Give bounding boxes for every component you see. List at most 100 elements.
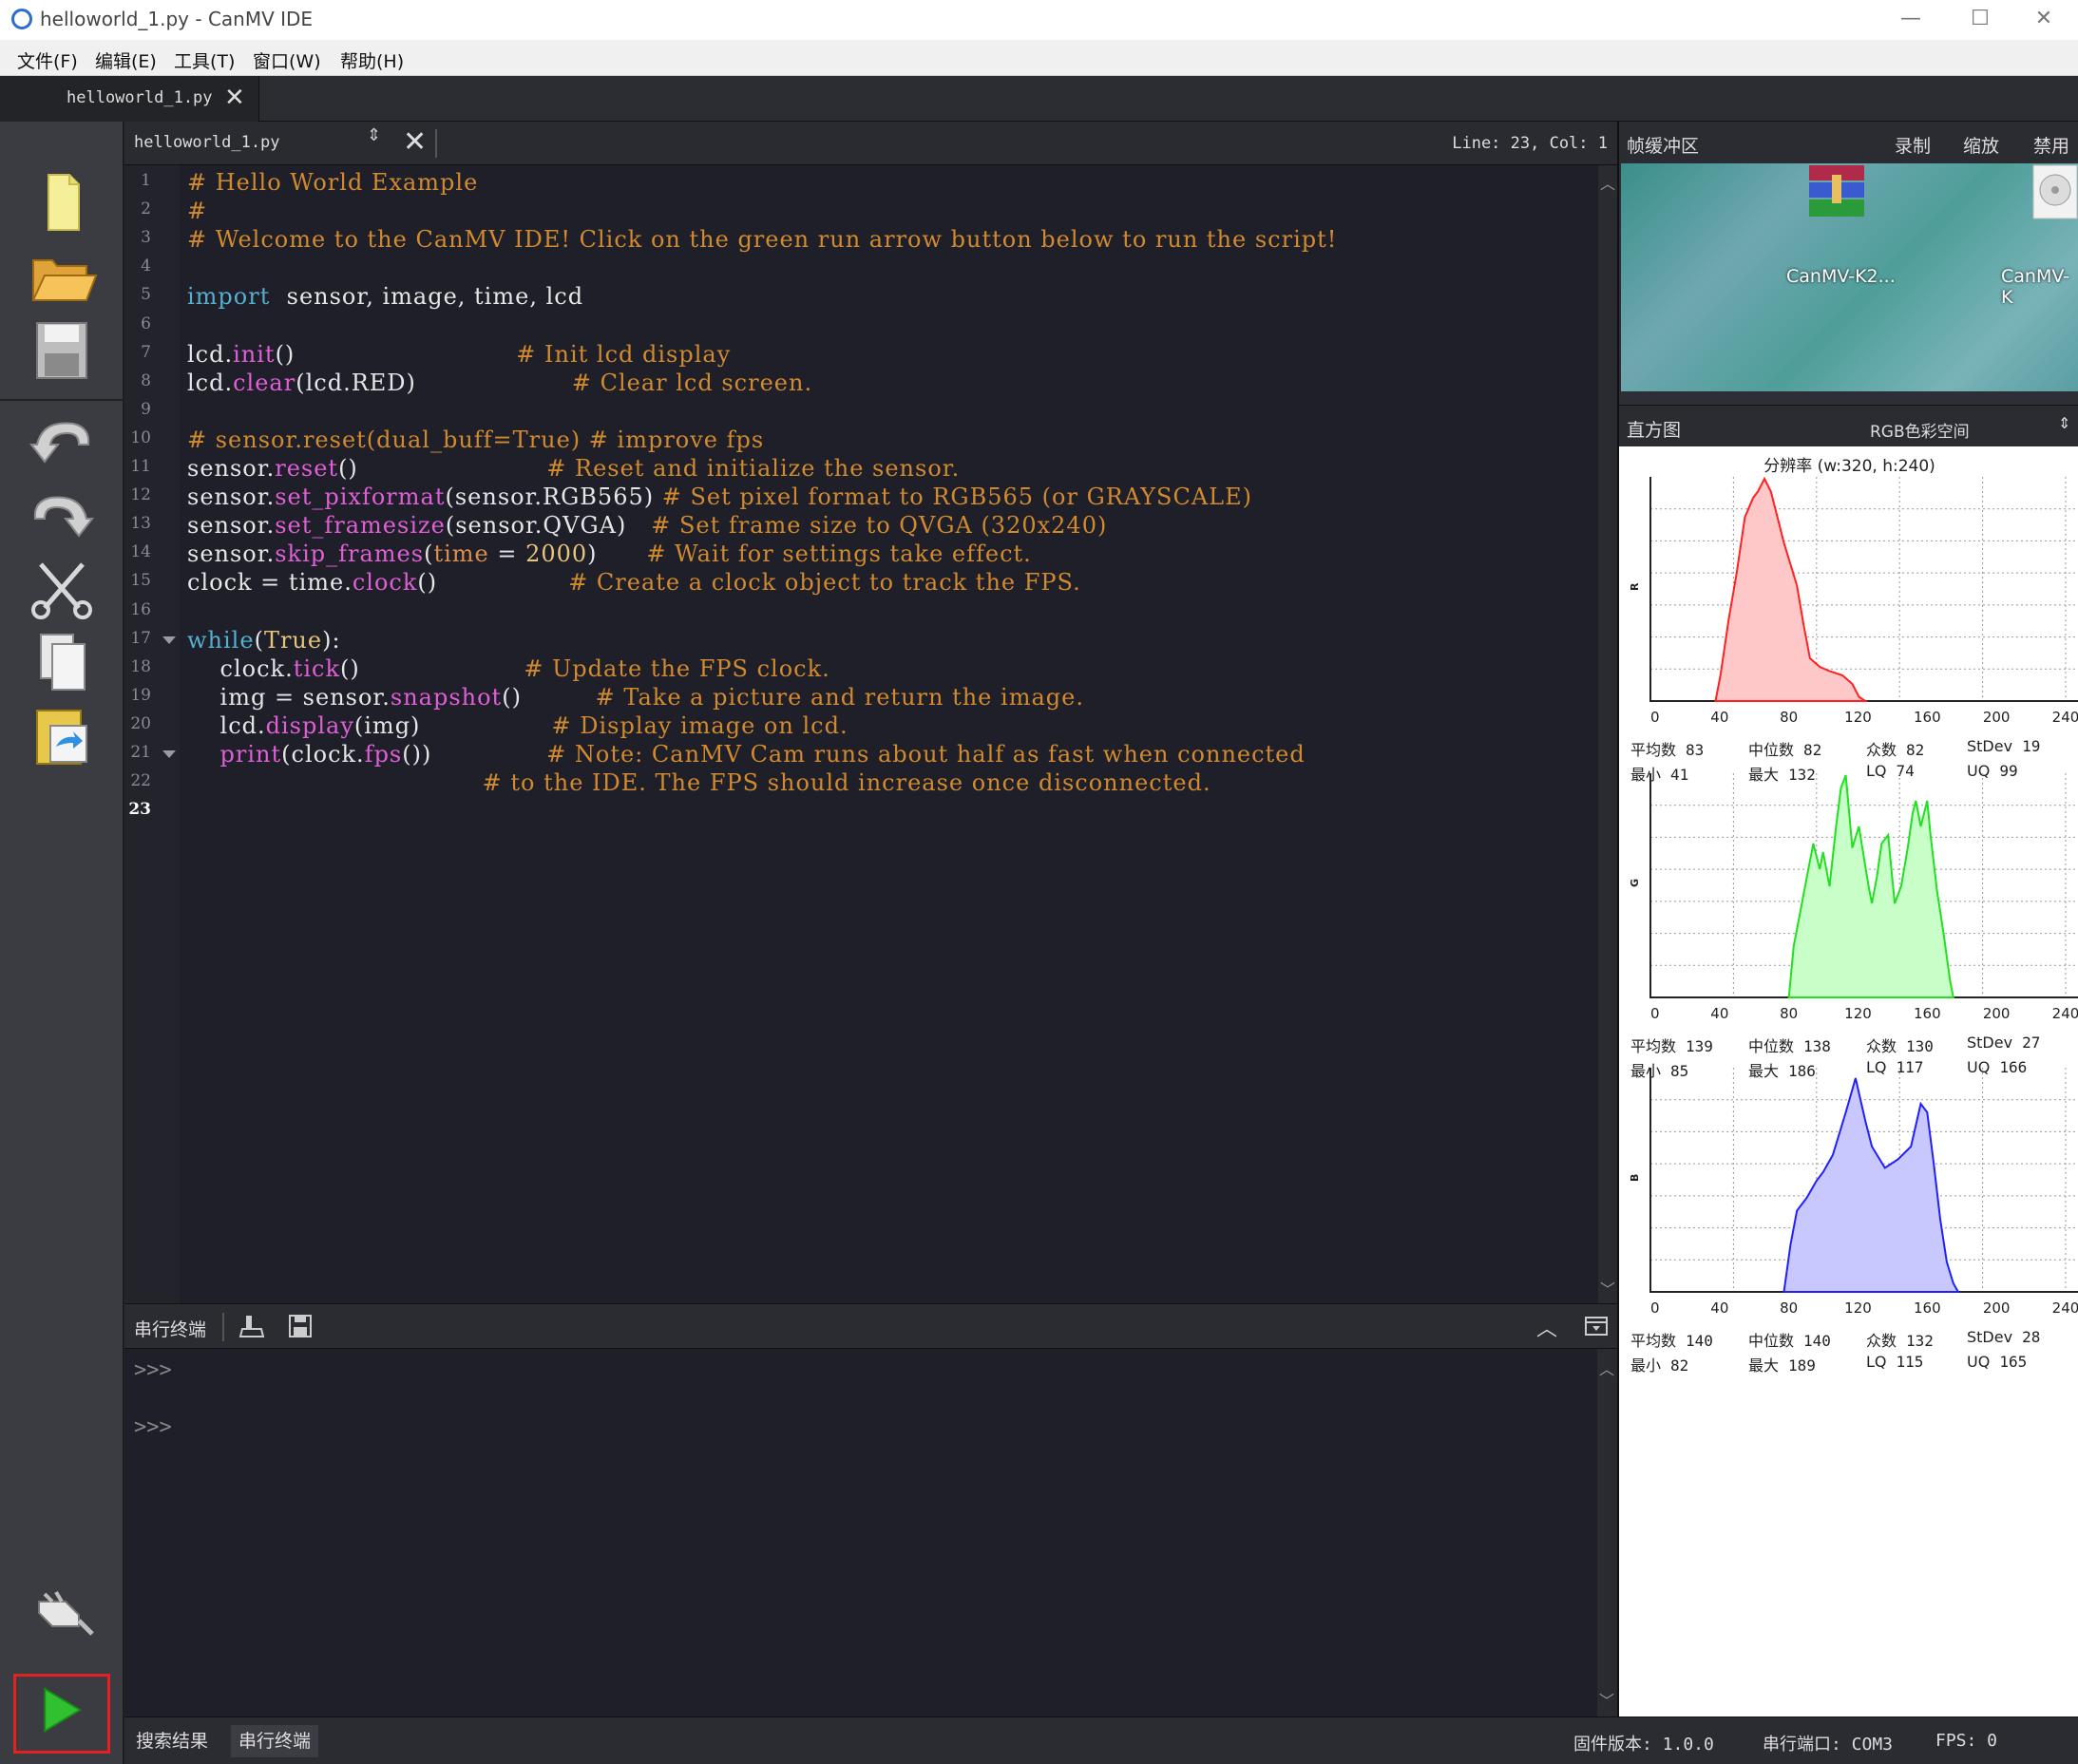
menu-window[interactable]: 窗口(W) [253, 47, 321, 73]
code-line: clock.tick() # Update the FPS clock. [187, 655, 830, 682]
histogram-header: 直方图 RGB色彩空间 ⇕ [1619, 405, 2078, 447]
new-file-icon[interactable] [24, 169, 100, 236]
disable-button[interactable]: 禁用 [2033, 132, 2069, 158]
stat-mean: 平均数 139 [1630, 1034, 1713, 1056]
histogram-area-g [1787, 774, 1955, 998]
stat-label: StDev [1967, 1328, 2013, 1346]
collapse-terminal-icon[interactable]: ︿ [1536, 1312, 1557, 1342]
editor-file-selector[interactable]: helloworld_1.py [134, 133, 280, 152]
copy-icon[interactable] [24, 629, 100, 695]
scroll-up-icon[interactable]: ︿ [1597, 1356, 1616, 1379]
line-number: 10 [130, 427, 151, 447]
code-token: 2000 [525, 541, 588, 568]
x-tick-label: 0 [1650, 1299, 1660, 1317]
x-tick-label: 240 [2052, 1005, 2078, 1022]
x-tick-label: 200 [1983, 1299, 2011, 1317]
framebuffer-view[interactable]: CanMV-K2... CanMV-K [1621, 163, 2078, 391]
stat-value: 82 [1670, 1356, 1689, 1375]
clear-terminal-icon[interactable] [238, 1312, 267, 1340]
save-icon[interactable] [24, 317, 100, 384]
stat-median: 中位数 82 [1748, 737, 1821, 760]
code-token: reset [275, 455, 339, 482]
file-selector-arrows-icon[interactable]: ⇕ [367, 127, 381, 144]
fold-arrow-icon[interactable] [162, 750, 176, 758]
stat-value: 140 [1803, 1332, 1831, 1350]
terminal-scrollbar[interactable]: ︿ ﹀ [1597, 1349, 1617, 1717]
stat-value: 165 [1999, 1353, 2028, 1371]
x-tick-label: 240 [2052, 709, 2078, 726]
line-number: 2 [141, 199, 151, 219]
code-token: (lcd.RED) [295, 369, 572, 396]
line-number: 14 [130, 542, 151, 562]
editor-scrollbar[interactable]: ︿ ﹀ [1598, 165, 1617, 1303]
open-folder-icon[interactable] [24, 243, 100, 310]
title-bar: helloworld_1.py - CanMV IDE — ☐ ✕ [0, 0, 2078, 40]
firmware-version: 固件版本: 1.0.0 [1573, 1735, 1714, 1755]
stat-min: 最小 82 [1630, 1353, 1688, 1375]
run-button[interactable] [13, 1674, 110, 1754]
code-token: () [502, 683, 596, 711]
fold-arrow-icon[interactable] [162, 635, 176, 644]
menu-edit[interactable]: 编辑(E) [95, 47, 157, 73]
scroll-down-icon[interactable]: ﹀ [1597, 1688, 1616, 1711]
file-tab[interactable]: helloworld_1.py ✕ [0, 76, 259, 122]
record-button[interactable]: 录制 [1895, 132, 1931, 158]
paste-icon[interactable] [24, 703, 100, 769]
stat-label: 最小 [1630, 1356, 1662, 1375]
undo-icon[interactable] [24, 407, 100, 473]
code-token: lcd. [187, 711, 266, 739]
x-tick-label: 0 [1650, 1005, 1660, 1022]
code-token: clear [233, 369, 296, 396]
close-editor-icon[interactable]: ✕ [403, 125, 427, 159]
redo-icon[interactable] [24, 481, 100, 547]
code-token: # Clear lcd screen. [571, 369, 813, 396]
menu-file[interactable]: 文件(F) [17, 47, 78, 73]
x-tick-label: 160 [1914, 709, 1941, 726]
run-icon [44, 1687, 82, 1733]
menu-tools[interactable]: 工具(T) [174, 47, 235, 73]
code-line: sensor.set_framesize(sensor.QVGA) # Set … [187, 512, 1107, 539]
code-line: # Hello World Example [187, 169, 478, 196]
scroll-down-icon[interactable]: ﹀ [1598, 1277, 1617, 1299]
cut-icon[interactable] [24, 555, 100, 621]
save-terminal-icon[interactable] [286, 1312, 315, 1340]
stat-label: 众数 [1866, 1332, 1897, 1350]
serial-terminal-tab[interactable]: 串行终端 [231, 1725, 319, 1757]
colorspace-arrows-icon[interactable]: ⇕ [2058, 416, 2070, 431]
code-token: tick [293, 654, 341, 682]
stat-uq: UQ 165 [1967, 1353, 2027, 1371]
close-window-button[interactable]: ✕ [2014, 0, 2073, 40]
histogram-b: B 0 40 80 120 160 200 240 [1629, 1068, 2078, 1317]
framebuffer-title: 帧缓冲区 [1627, 136, 1700, 157]
stat-label: StDev [1967, 737, 2013, 755]
code-token: () [340, 654, 524, 682]
line-number: 11 [130, 457, 151, 476]
minimize-button[interactable]: — [1881, 0, 1940, 40]
line-number: 13 [130, 514, 151, 534]
search-results-tab[interactable]: 搜索结果 [128, 1725, 216, 1757]
serial-terminal-output[interactable]: >>> >>> [124, 1349, 1597, 1717]
scroll-up-icon[interactable]: ︿ [1598, 171, 1617, 194]
code-line: # Welcome to the CanMV IDE! Click on the… [187, 226, 1337, 253]
line-number: 9 [141, 399, 151, 419]
stat-value: 19 [2022, 737, 2041, 755]
code-token: sensor. [187, 541, 276, 568]
connect-icon[interactable] [24, 1583, 100, 1649]
maximize-button[interactable]: ☐ [1951, 0, 2010, 40]
stat-value: 138 [1803, 1037, 1831, 1055]
code-token: import [187, 283, 271, 311]
stat-label: 众数 [1866, 741, 1897, 759]
maximize-terminal-icon[interactable] [1582, 1312, 1611, 1340]
code-editor[interactable]: # Hello World Example # # Welcome to the C… [180, 165, 1598, 1303]
code-token: time [433, 541, 489, 568]
colorspace-select[interactable]: RGB色彩空间 [1870, 418, 1970, 442]
code-token: sensor. [187, 455, 276, 482]
canmv-app-icon [11, 9, 32, 29]
winrar-archive-icon [1809, 165, 1864, 217]
stat-lq: LQ 115 [1866, 1353, 1923, 1371]
code-line: lcd.clear(lcd.RED) # Clear lcd screen. [187, 370, 812, 396]
menu-help[interactable]: 帮助(H) [340, 47, 404, 73]
code-token: clock [352, 569, 418, 597]
close-tab-icon[interactable]: ✕ [224, 84, 245, 112]
zoom-button[interactable]: 缩放 [1963, 132, 1999, 158]
